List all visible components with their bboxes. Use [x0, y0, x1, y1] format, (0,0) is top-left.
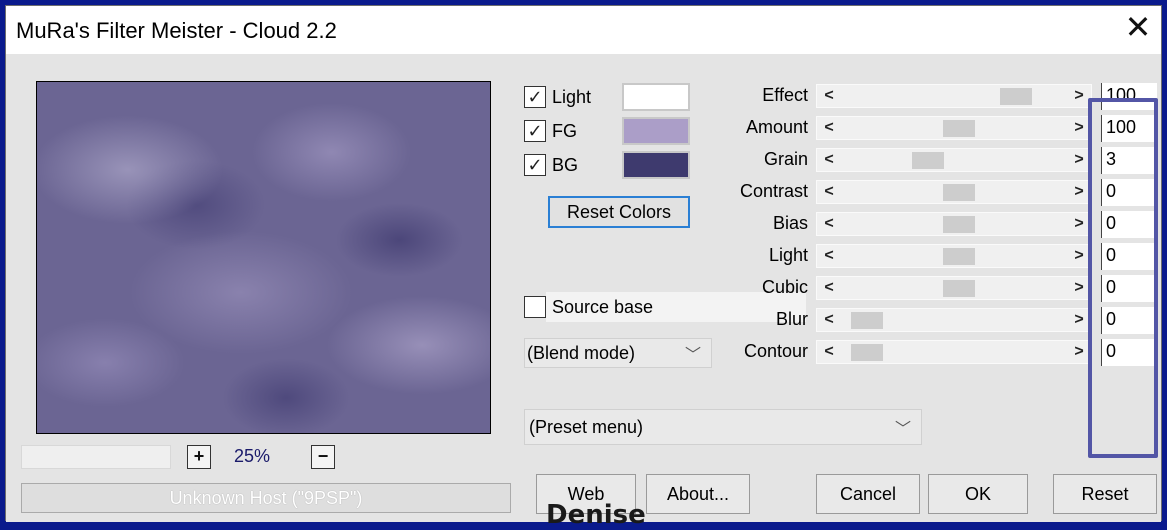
- fg-color-row[interactable]: ✓ FG: [524, 117, 577, 145]
- preset-menu-value: (Preset menu): [529, 416, 644, 437]
- value-highlight-frame: [1088, 98, 1158, 458]
- close-icon[interactable]: ✕: [1121, 10, 1155, 44]
- slider-label-grain: Grain: [763, 149, 808, 169]
- ok-button[interactable]: OK: [928, 474, 1028, 514]
- title-bar: MuRa's Filter Meister - Cloud 2.2 ✕: [6, 6, 1161, 54]
- slider-effect[interactable]: < >: [816, 84, 1092, 108]
- source-base-label: Source base: [552, 296, 654, 317]
- chevron-right-icon[interactable]: >: [1069, 117, 1089, 139]
- light-label: Light: [552, 86, 592, 107]
- bg-color-row[interactable]: ✓ BG: [524, 151, 578, 179]
- slider-thumb[interactable]: [851, 312, 884, 329]
- slider-thumb[interactable]: [943, 216, 976, 233]
- fg-color-swatch[interactable]: [622, 117, 690, 145]
- bg-checkbox[interactable]: ✓: [524, 154, 546, 176]
- reset-button[interactable]: Reset: [1053, 474, 1157, 514]
- slider-label-blur: Blur: [775, 309, 808, 329]
- blend-mode-value: (Blend mode): [527, 342, 636, 363]
- chevron-right-icon[interactable]: >: [1069, 341, 1089, 363]
- fg-checkbox[interactable]: ✓: [524, 120, 546, 142]
- slider-contrast[interactable]: < >: [816, 180, 1092, 204]
- dialog-body: + 25% − Unknown Host ("9PSP") ✓ Light ✓ …: [6, 54, 1161, 530]
- chevron-left-icon[interactable]: <: [819, 117, 839, 139]
- fg-label: FG: [552, 120, 577, 141]
- preset-menu-select[interactable]: (Preset menu) ﹀: [524, 409, 922, 445]
- source-base-row[interactable]: Source base: [524, 293, 653, 321]
- chevron-down-icon: ﹀: [894, 421, 911, 438]
- slider-thumb[interactable]: [943, 248, 976, 265]
- zoom-in-button[interactable]: +: [187, 445, 211, 469]
- slider-label-light: Light: [768, 245, 808, 265]
- slider-bias[interactable]: < >: [816, 212, 1092, 236]
- slider-label-contour: Contour: [743, 341, 808, 361]
- chevron-down-icon: ﹀: [684, 347, 701, 364]
- slider-cubic[interactable]: < >: [816, 276, 1092, 300]
- slider-label-amount: Amount: [745, 117, 808, 137]
- slider-grain[interactable]: < >: [816, 148, 1092, 172]
- slider-blur[interactable]: < >: [816, 308, 1092, 332]
- bg-label: BG: [552, 154, 579, 175]
- bg-color-swatch[interactable]: [622, 151, 690, 179]
- chevron-left-icon[interactable]: <: [819, 149, 839, 171]
- slider-label-contrast: Contrast: [739, 181, 808, 201]
- filter-dialog: MuRa's Filter Meister - Cloud 2.2 ✕ + 25…: [5, 5, 1162, 530]
- chevron-right-icon[interactable]: >: [1069, 181, 1089, 203]
- slider-contour[interactable]: < >: [816, 340, 1092, 364]
- slider-light[interactable]: < >: [816, 244, 1092, 268]
- slider-label-bias: Bias: [772, 213, 808, 233]
- host-status: Unknown Host ("9PSP"): [21, 483, 511, 513]
- slider-thumb[interactable]: [851, 344, 884, 361]
- cancel-button[interactable]: Cancel: [816, 474, 920, 514]
- slider-thumb[interactable]: [912, 152, 945, 169]
- reset-colors-button[interactable]: Reset Colors: [548, 196, 690, 228]
- cloud-preview[interactable]: [36, 81, 491, 434]
- slider-thumb[interactable]: [943, 120, 976, 137]
- slider-label-effect: Effect: [762, 85, 808, 105]
- chevron-left-icon[interactable]: <: [819, 309, 839, 331]
- light-color-row[interactable]: ✓ Light: [524, 83, 591, 111]
- slider-thumb[interactable]: [943, 184, 976, 201]
- chevron-right-icon[interactable]: >: [1069, 277, 1089, 299]
- light-color-swatch[interactable]: [622, 83, 690, 111]
- slider-amount[interactable]: < >: [816, 116, 1092, 140]
- slider-label-cubic: Cubic: [761, 277, 808, 297]
- chevron-right-icon[interactable]: >: [1069, 213, 1089, 235]
- about-button[interactable]: About...: [646, 474, 750, 514]
- chevron-left-icon[interactable]: <: [819, 245, 839, 267]
- zoom-level: 25%: [234, 446, 271, 466]
- chevron-right-icon[interactable]: >: [1069, 85, 1089, 107]
- chevron-left-icon[interactable]: <: [819, 341, 839, 363]
- chevron-left-icon[interactable]: <: [819, 85, 839, 107]
- source-base-checkbox[interactable]: [524, 296, 546, 318]
- chevron-left-icon[interactable]: <: [819, 213, 839, 235]
- chevron-left-icon[interactable]: <: [819, 181, 839, 203]
- preview-info-field: [21, 445, 171, 469]
- zoom-out-button[interactable]: −: [311, 445, 335, 469]
- blend-mode-select[interactable]: (Blend mode) ﹀: [524, 338, 712, 368]
- chevron-left-icon[interactable]: <: [819, 277, 839, 299]
- slider-thumb[interactable]: [1000, 88, 1033, 105]
- light-checkbox[interactable]: ✓: [524, 86, 546, 108]
- window-title: MuRa's Filter Meister - Cloud 2.2: [16, 18, 337, 43]
- chevron-right-icon[interactable]: >: [1069, 309, 1089, 331]
- chevron-right-icon[interactable]: >: [1069, 245, 1089, 267]
- slider-thumb[interactable]: [943, 280, 976, 297]
- chevron-right-icon[interactable]: >: [1069, 149, 1089, 171]
